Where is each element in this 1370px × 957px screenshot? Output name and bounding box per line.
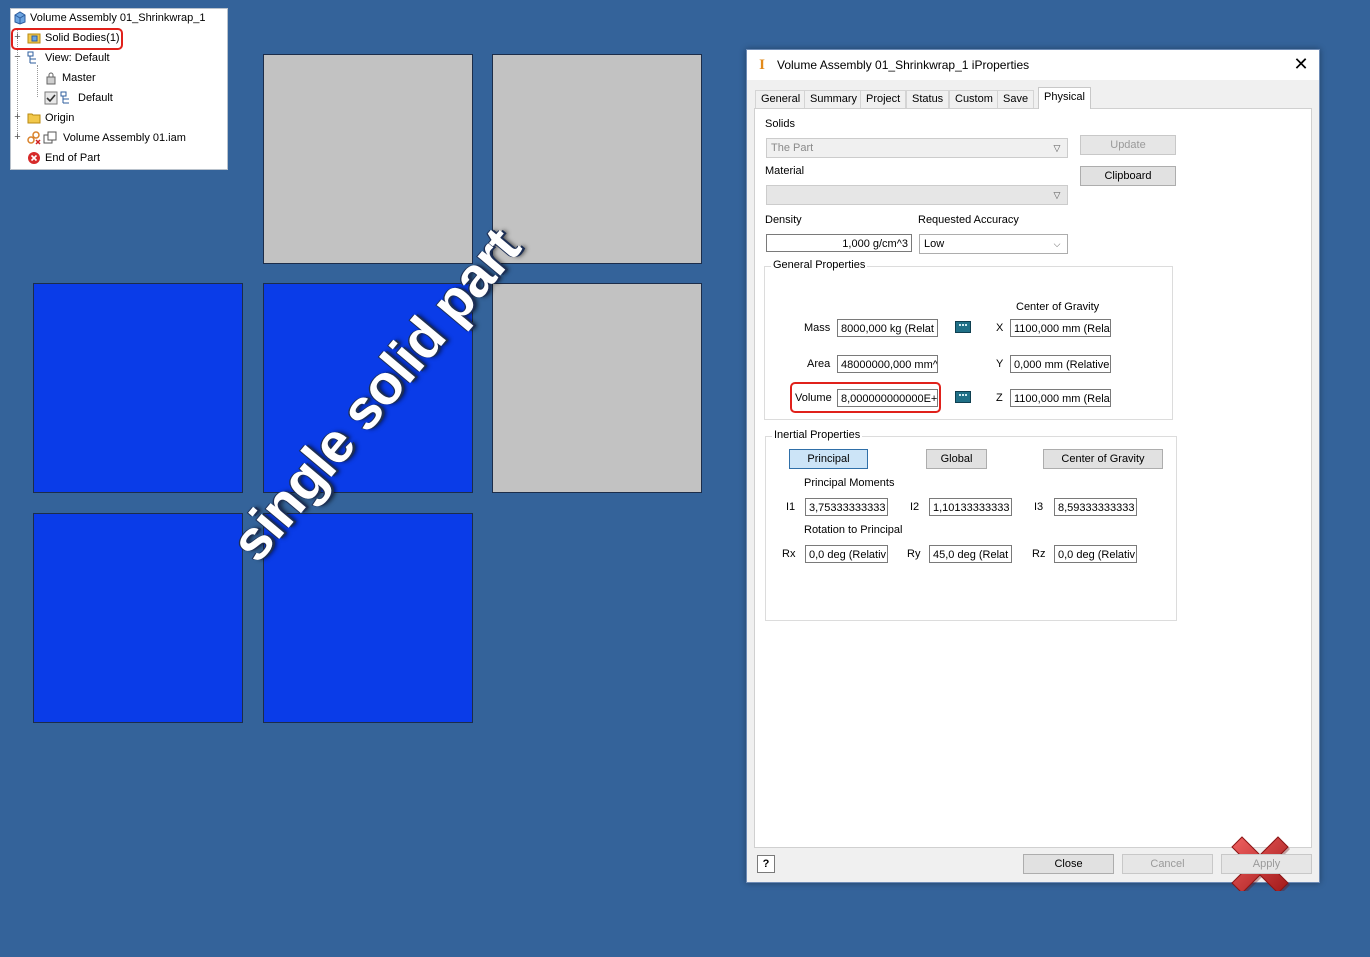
cog-z-field[interactable]: 1100,000 mm (Rela bbox=[1010, 389, 1111, 407]
material-dropdown[interactable]: ▽ bbox=[766, 185, 1068, 205]
cog-x-label: X bbox=[996, 322, 1004, 334]
accuracy-value: Low bbox=[924, 238, 945, 250]
folder-icon bbox=[27, 113, 41, 124]
checkbox-checked-icon[interactable] bbox=[44, 91, 58, 105]
calculator-icon[interactable] bbox=[955, 391, 971, 403]
blue-solid-face[interactable] bbox=[33, 283, 243, 493]
expand-plus-icon[interactable]: + bbox=[13, 132, 22, 143]
calculator-icon[interactable] bbox=[955, 321, 971, 333]
gray-body-middle-right[interactable] bbox=[492, 283, 702, 493]
browser-root[interactable]: Volume Assembly 01_Shrinkwrap_1 bbox=[13, 9, 225, 27]
clipboard-button[interactable]: Clipboard bbox=[1080, 166, 1176, 186]
ry-label: Ry bbox=[907, 548, 921, 560]
area-label: Area bbox=[807, 358, 831, 370]
cog-x-field[interactable]: 1100,000 mm (Rela bbox=[1010, 319, 1111, 337]
mass-field[interactable]: 8000,000 kg (Relat bbox=[837, 319, 938, 337]
cog-y-field[interactable]: 0,000 mm (Relative bbox=[1010, 355, 1111, 373]
model-browser: Volume Assembly 01_Shrinkwrap_1 + Solid … bbox=[10, 8, 228, 170]
center-of-gravity-label: Center of Gravity bbox=[1016, 301, 1100, 313]
blue-solid-face[interactable] bbox=[263, 513, 473, 723]
view-rep-icon bbox=[60, 91, 69, 104]
center-of-gravity-button[interactable]: Center of Gravity bbox=[1043, 449, 1163, 469]
part-icon bbox=[14, 11, 26, 25]
tab-custom[interactable]: Custom bbox=[949, 90, 999, 108]
global-button[interactable]: Global bbox=[926, 449, 987, 469]
tree-item-label: End of Part bbox=[45, 152, 101, 164]
collapse-minus-icon[interactable]: − bbox=[13, 52, 22, 63]
help-icon[interactable]: ? bbox=[757, 855, 775, 873]
general-properties-title: General Properties bbox=[771, 259, 868, 271]
tree-item-label: Origin bbox=[45, 112, 75, 124]
solids-label: Solids bbox=[765, 118, 795, 130]
close-icon[interactable]: ✕ bbox=[1291, 54, 1311, 74]
principal-moments-label: Principal Moments bbox=[804, 477, 895, 489]
view-rep-icon bbox=[27, 51, 36, 64]
i2-label: I2 bbox=[910, 501, 920, 513]
gray-body-top-middle[interactable] bbox=[263, 54, 473, 264]
area-field[interactable]: 48000000,000 mm^ bbox=[837, 355, 938, 373]
density-field[interactable]: 1,000 g/cm^3 bbox=[766, 234, 912, 252]
physical-tab-page: Solids The Part ▽ Update Clipboard Mater… bbox=[754, 108, 1312, 891]
chevron-down-icon: ▽ bbox=[1053, 190, 1061, 200]
tab-status[interactable]: Status bbox=[906, 90, 950, 108]
dialog-title: Volume Assembly 01_Shrinkwrap_1 iPropert… bbox=[777, 58, 1030, 72]
tree-line bbox=[37, 65, 38, 97]
chevron-down-icon: ⌵ bbox=[1053, 239, 1061, 249]
browser-root-label: Volume Assembly 01_Shrinkwrap_1 bbox=[30, 12, 206, 24]
tab-general[interactable]: General bbox=[755, 90, 807, 108]
cog-z-label: Z bbox=[996, 392, 1003, 404]
rx-field[interactable]: 0,0 deg (Relativ bbox=[805, 545, 888, 563]
solids-dropdown[interactable]: The Part ▽ bbox=[766, 138, 1068, 158]
broken-link-icon bbox=[27, 131, 41, 145]
inertial-properties-group: Inertial Properties Principal Global Cen… bbox=[765, 429, 1177, 621]
cancel-button[interactable]: Cancel bbox=[1122, 854, 1213, 874]
rz-field[interactable]: 0,0 deg (Relativ bbox=[1054, 545, 1137, 563]
inertial-properties-title: Inertial Properties bbox=[772, 429, 863, 441]
expand-plus-icon[interactable]: + bbox=[13, 112, 22, 123]
principal-button[interactable]: Principal bbox=[789, 449, 868, 469]
solids-value: The Part bbox=[771, 142, 814, 154]
i1-field[interactable]: 3,75333333333 bbox=[805, 498, 888, 516]
i3-field[interactable]: 8,59333333333 bbox=[1054, 498, 1137, 516]
end-of-part-icon bbox=[28, 152, 40, 164]
highlight-volume bbox=[790, 382, 941, 413]
accuracy-dropdown[interactable]: Low ⌵ bbox=[919, 234, 1068, 254]
i2-field[interactable]: 1,10133333333 bbox=[929, 498, 1012, 516]
general-properties-group: General Properties Center of Gravity Mas… bbox=[764, 259, 1173, 420]
i1-label: I1 bbox=[786, 501, 796, 513]
rz-label: Rz bbox=[1032, 548, 1046, 560]
highlight-solid-bodies bbox=[11, 28, 123, 50]
tab-physical[interactable]: Physical bbox=[1038, 87, 1091, 109]
rotation-to-principal-label: Rotation to Principal bbox=[804, 524, 903, 536]
requested-accuracy-label: Requested Accuracy bbox=[918, 214, 1019, 226]
tab-save[interactable]: Save bbox=[997, 90, 1035, 108]
i3-label: I3 bbox=[1034, 501, 1044, 513]
apply-button[interactable]: Apply bbox=[1221, 854, 1312, 874]
dialog-titlebar[interactable]: I Volume Assembly 01_Shrinkwrap_1 iPrope… bbox=[747, 50, 1319, 80]
cog-y-label: Y bbox=[996, 358, 1004, 370]
lock-icon bbox=[46, 72, 56, 85]
tree-item-label: View: Default bbox=[45, 52, 110, 64]
tree-item-label: Default bbox=[78, 92, 113, 104]
close-button[interactable]: Close bbox=[1023, 854, 1114, 874]
chevron-down-icon: ▽ bbox=[1053, 143, 1061, 153]
tree-item-label: Volume Assembly 01.iam bbox=[63, 132, 186, 144]
tab-summary[interactable]: Summary bbox=[804, 90, 864, 108]
density-label: Density bbox=[765, 214, 802, 226]
assembly-icon bbox=[43, 131, 57, 144]
tab-project[interactable]: Project bbox=[860, 90, 907, 108]
mass-label: Mass bbox=[804, 322, 831, 334]
rx-label: Rx bbox=[782, 548, 796, 560]
iproperties-dialog: I Volume Assembly 01_Shrinkwrap_1 iPrope… bbox=[746, 49, 1320, 891]
material-label: Material bbox=[765, 165, 805, 177]
update-button[interactable]: Update bbox=[1080, 135, 1176, 155]
tree-item-label: Master bbox=[62, 72, 96, 84]
inventor-app-icon: I bbox=[759, 57, 765, 73]
ry-field[interactable]: 45,0 deg (Relat bbox=[929, 545, 1012, 563]
